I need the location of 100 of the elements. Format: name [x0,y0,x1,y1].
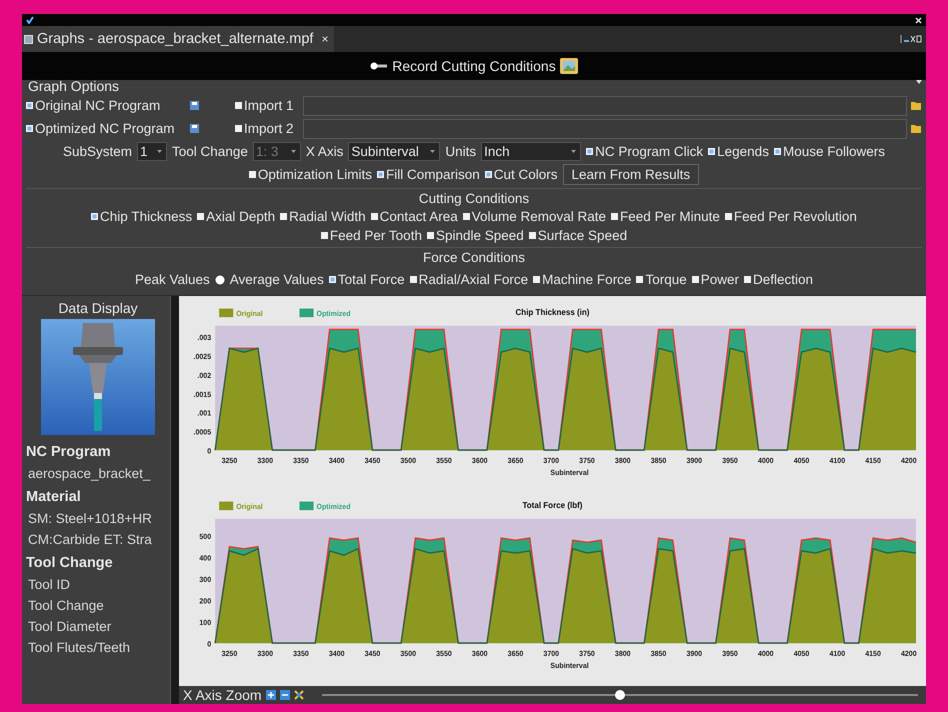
import-path-field[interactable] [303,118,907,138]
condition-checkbox[interactable]: Surface Speed [528,228,628,243]
save-icon[interactable] [190,101,199,110]
learn-button[interactable]: Learn From Results [562,164,700,185]
x-axis-label: Subinterval [550,660,589,670]
option-checkbox[interactable]: Legends [708,144,769,159]
y-tick-label: 200 [199,596,212,606]
graphs-tab[interactable]: Graphs - aerospace_bracket_alternate.mpf × [22,26,334,52]
dropdown[interactable]: Subinterval [348,142,440,161]
option-checkbox[interactable]: Cut Colors [484,167,558,182]
average-label: Average Values [230,272,324,287]
toggle-icon[interactable] [370,62,388,70]
data-display-title: Data Display [57,300,139,316]
x-tick-label: 4200 [901,456,917,466]
app-icon [26,16,34,24]
x-tick-label: 3550 [436,648,452,658]
section-heading: Material [26,489,82,505]
y-tick-label: .0025 [194,352,212,362]
x-tick-label: 3450 [364,456,380,466]
option-checkbox[interactable]: Mouse Followers [774,144,885,159]
condition-checkbox[interactable]: Feed Per Minute [611,209,720,224]
condition-checkbox[interactable]: Feed Per Revolution [724,209,857,224]
x-tick-label: 3350 [293,648,309,658]
x-tick-label: 3350 [293,456,309,466]
x-tick-label: 3700 [543,648,560,658]
graph-icon [24,34,33,44]
x-tick-label: 3500 [400,456,416,466]
y-tick-label: .003 [197,333,212,342]
x-tick-label: 3850 [650,456,666,466]
force-checkbox[interactable]: Radial/Axial Force [410,272,528,287]
x-tick-label: 3650 [508,648,524,658]
reset-icon[interactable] [294,690,304,700]
close-icon[interactable] [915,16,922,24]
y-tick-label: 400 [199,553,212,563]
import-path-field[interactable] [303,96,907,116]
minimize-maximize-icon[interactable] [900,34,922,44]
y-tick-label: 500 [199,532,212,542]
y-tick-label: .0015 [194,390,212,399]
data-item: Tool Flutes/Teeth [27,639,132,657]
force-checkbox[interactable]: Machine Force [533,272,632,287]
toggle-icon[interactable] [214,274,225,284]
force-checkbox[interactable]: Deflection [744,272,814,287]
x-tick-label: 4100 [829,648,846,658]
tab-close[interactable]: × [321,32,328,46]
condition-checkbox[interactable]: Radial Width [280,209,366,224]
force-checkbox[interactable]: Power [692,272,739,287]
force-checkbox[interactable]: Total Force [328,272,405,287]
caret-icon [571,150,576,153]
scrollbar[interactable] [170,296,179,704]
zoom-in-icon[interactable] [266,690,276,700]
x-tick-label: 4050 [794,456,810,466]
legend-swatch [299,308,314,318]
y-tick-label: 0 [207,446,212,456]
data-item: Tool Diameter [27,618,112,636]
caret-icon [430,150,436,153]
x-tick-label: 3400 [328,456,345,466]
x-tick-label: 3800 [614,456,631,466]
chart-title: Total Force (lbf) [522,500,582,510]
y-tick-label: .002 [197,370,212,380]
option-checkbox[interactable]: Fill Comparison [376,167,480,182]
condition-checkbox[interactable]: Volume Removal Rate [462,209,606,224]
folder-icon[interactable] [911,101,922,110]
program-checkbox[interactable]: Original NC Program [26,98,186,113]
x-axis-label: Subinterval [550,468,589,477]
force-checkbox[interactable]: Torque [636,272,687,287]
condition-checkbox[interactable]: Spindle Speed [426,228,524,243]
zoom-out-icon[interactable] [280,690,290,700]
dropdown[interactable]: Inch [481,142,582,161]
x-tick-label: 4150 [865,648,881,658]
data-item: CM:Carbide ET: Stra [27,531,153,549]
option-checkbox[interactable]: Optimization Limits [248,167,372,182]
x-tick-label: 3300 [257,648,274,658]
option-checkbox[interactable]: NC Program Click [586,144,704,159]
save-icon[interactable] [190,124,199,133]
x-tick-label: 4050 [794,648,810,658]
folder-icon[interactable] [911,124,922,133]
import-checkbox[interactable]: Import 2 [235,121,299,136]
x-tick-label: 3300 [257,456,274,466]
dropdown[interactable]: 1 [137,142,168,161]
condition-checkbox[interactable]: Axial Depth [197,209,276,224]
section-title: Cutting Conditions [418,190,530,208]
image-icon[interactable] [560,58,578,74]
data-item: SM: Steel+1018+HR [27,510,153,528]
condition-checkbox[interactable]: Chip Thickness [91,209,192,224]
zoom-label: X Axis Zoom [183,687,262,703]
data-item: aerospace_bracket_ [27,465,152,483]
x-tick-label: 3700 [543,456,560,466]
tab-title: Graphs - aerospace_bracket_alternate.mpf [37,31,314,47]
x-tick-label: 3450 [364,648,380,658]
import-checkbox[interactable]: Import 1 [235,98,299,113]
condition-checkbox[interactable]: Contact Area [370,209,458,224]
x-tick-label: 4200 [901,648,917,658]
x-tick-label: 4000 [758,648,774,658]
graph-options-title: Graph Options [28,80,120,92]
condition-checkbox[interactable]: Feed Per Tooth [320,228,422,243]
selector-label: Units [445,144,476,159]
record-label: Record Cutting Conditions [392,58,556,74]
zoom-slider-thumb[interactable] [614,690,625,700]
x-tick-label: 3600 [472,648,488,658]
program-checkbox[interactable]: Optimized NC Program [26,121,186,136]
